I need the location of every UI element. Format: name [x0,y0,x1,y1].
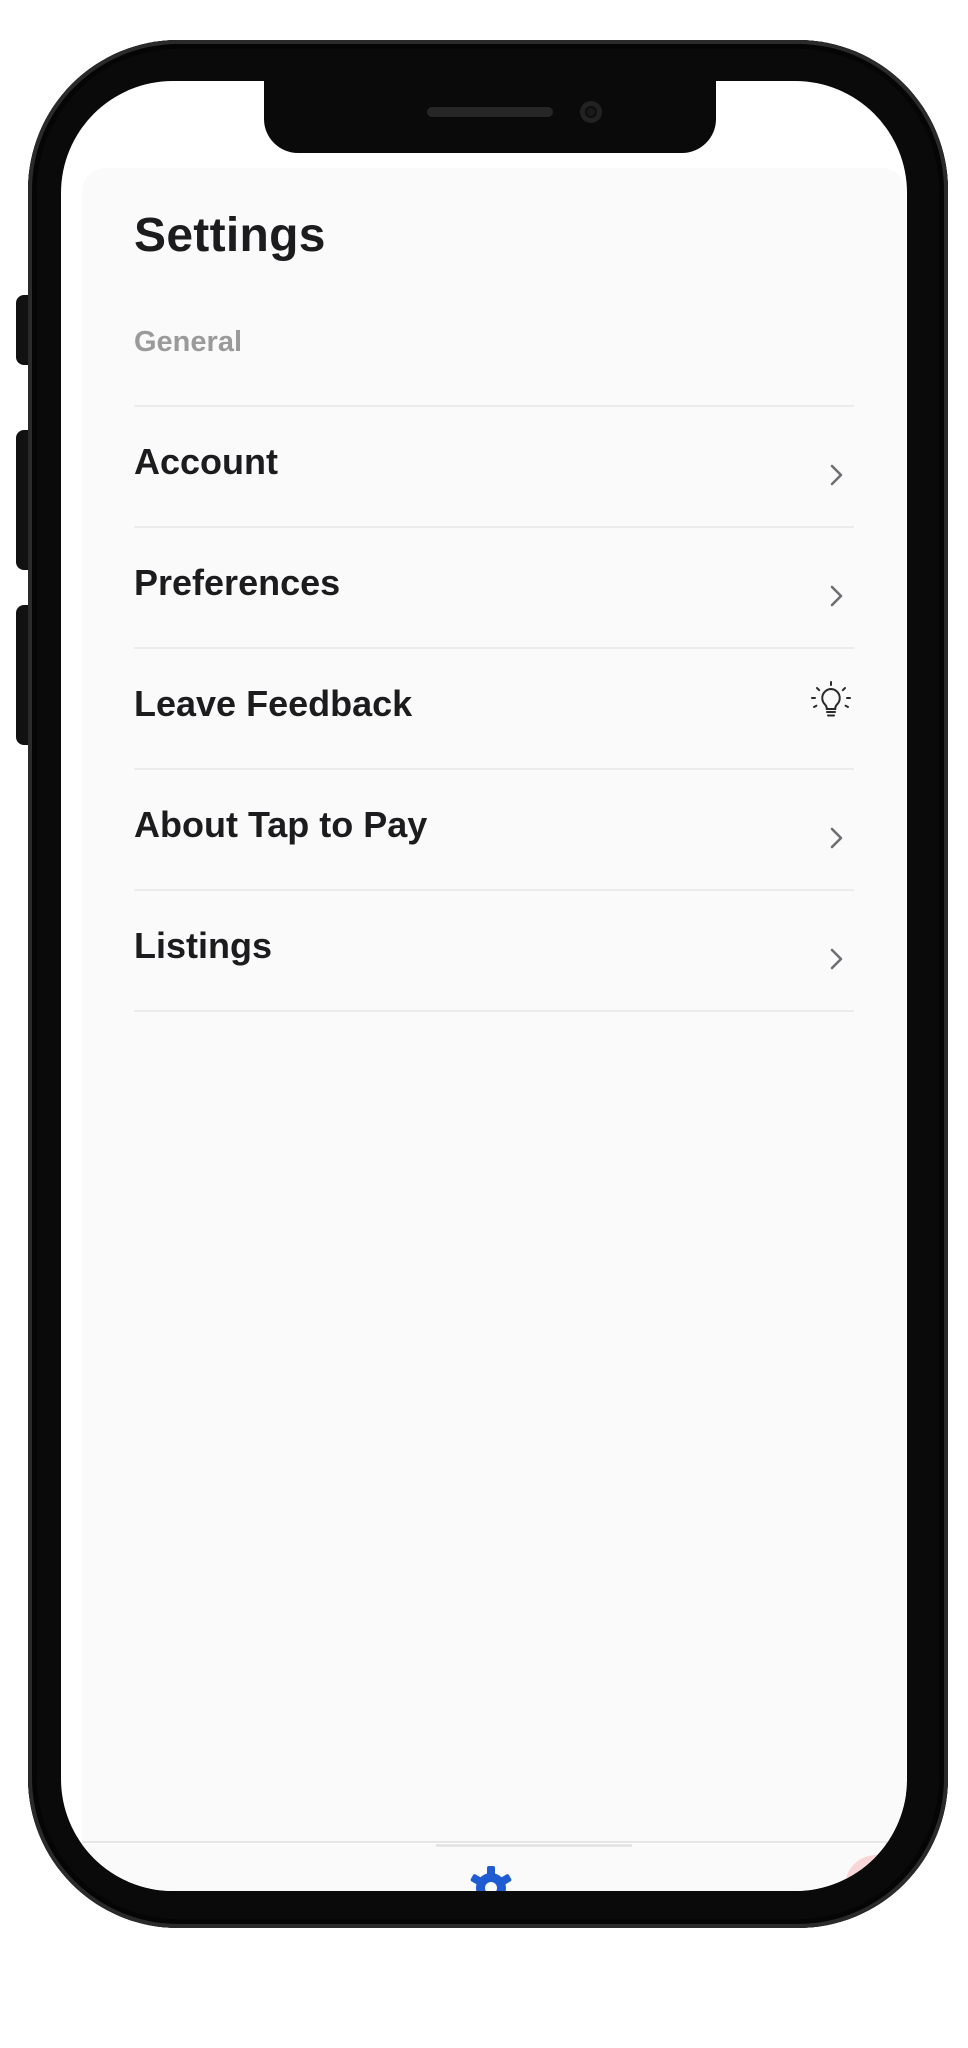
home-indicator [436,1844,632,1847]
gear-icon[interactable] [467,1864,515,1891]
chevron-right-icon [830,827,843,849]
menu-item-preferences[interactable]: Preferences [134,528,854,649]
speaker-grille [427,107,553,117]
menu-item-listings[interactable]: Listings [134,891,854,1012]
tab-bar [82,1844,907,1891]
section-header-general: General [134,326,242,358]
tools-button[interactable] [845,1855,907,1891]
menu-item-leave-feedback[interactable]: Leave Feedback [134,649,854,770]
menu-item-label: Leave Feedback [134,683,413,724]
chevron-right-icon [830,948,843,970]
wrench-screwdriver-icon [859,1869,891,1891]
chevron-right-icon [830,464,843,486]
tab-bar-divider [82,1841,906,1843]
menu-item-label: Listings [134,925,273,966]
menu-item-label: About Tap to Pay [134,804,428,845]
menu-item-account[interactable]: Account [134,407,854,528]
front-camera [580,101,602,123]
settings-menu: Account Preferences Leave Feedback About… [134,405,854,1012]
phone-screen: Settings General Account Preferences Lea… [61,81,907,1891]
notch [264,81,716,153]
lightbulb-icon [811,681,851,717]
menu-item-about-tap-to-pay[interactable]: About Tap to Pay [134,770,854,891]
menu-item-label: Account [134,441,278,482]
settings-screen: Settings General Account Preferences Lea… [82,168,906,1843]
page-title: Settings [134,209,326,262]
chevron-right-icon [830,585,843,607]
menu-item-label: Preferences [134,562,341,603]
